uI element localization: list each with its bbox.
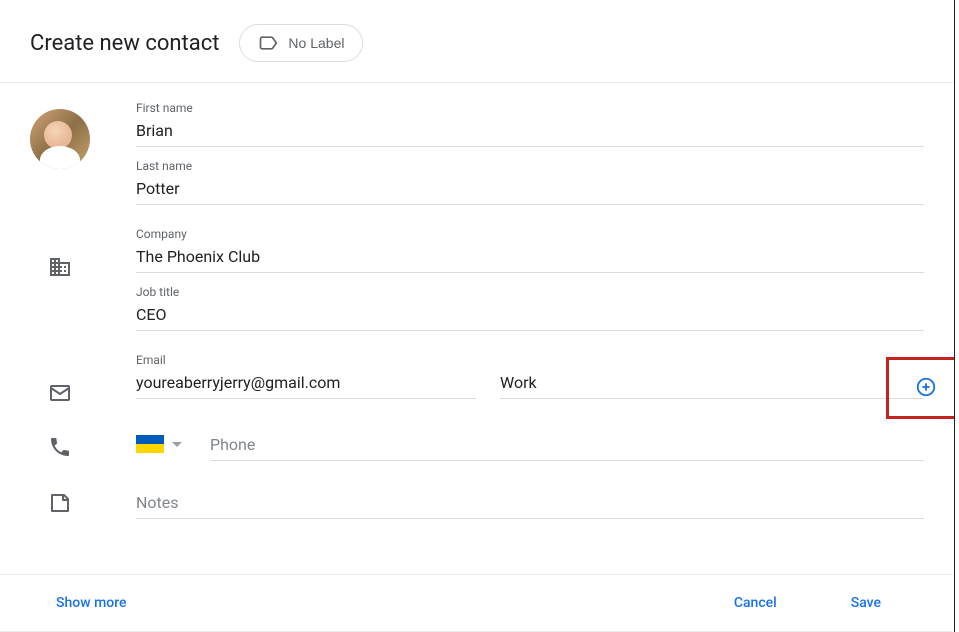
email-input[interactable]: [136, 369, 476, 399]
job-title-input[interactable]: [136, 301, 924, 331]
no-label-text: No Label: [288, 35, 344, 51]
email-label: Email: [136, 353, 476, 367]
no-label-button[interactable]: No Label: [239, 24, 363, 62]
dialog-title: Create new contact: [30, 31, 219, 56]
email-icon: [48, 381, 72, 405]
avatar[interactable]: [30, 109, 90, 169]
email-icon-column: [30, 353, 90, 405]
phone-icon: [48, 435, 72, 459]
save-button[interactable]: Save: [839, 595, 893, 611]
company-icon: [48, 255, 72, 279]
show-more-button[interactable]: Show more: [56, 595, 127, 611]
first-name-input[interactable]: [136, 117, 924, 147]
notes-icon-column: [30, 471, 90, 515]
last-name-input[interactable]: [136, 175, 924, 205]
dialog-footer: Show more Cancel Save: [0, 574, 953, 632]
email-type-input[interactable]: [500, 369, 924, 399]
job-title-label: Job title: [136, 285, 924, 299]
chevron-down-icon: [172, 442, 182, 447]
email-row: Email: [30, 353, 924, 405]
phone-icon-column: [30, 415, 90, 459]
company-row: Company Job title: [30, 227, 924, 343]
label-icon: [258, 33, 278, 53]
form-content: First name Last name Company: [0, 83, 954, 563]
add-email-button[interactable]: [914, 375, 938, 399]
cancel-button[interactable]: Cancel: [722, 595, 789, 611]
dialog-header: Create new contact No Label: [0, 0, 954, 83]
phone-row: [30, 415, 924, 461]
create-contact-dialog: Create new contact No Label First name: [0, 0, 955, 632]
phone-input[interactable]: [210, 433, 924, 461]
avatar-column: [30, 101, 90, 169]
name-row: First name Last name: [30, 101, 924, 217]
note-icon: [48, 491, 72, 515]
last-name-label: Last name: [136, 159, 924, 173]
ukraine-flag-icon: [136, 435, 164, 453]
company-label: Company: [136, 227, 924, 241]
notes-row: [30, 471, 924, 519]
company-input[interactable]: [136, 243, 924, 273]
notes-input[interactable]: [136, 489, 924, 519]
company-icon-column: [30, 227, 90, 279]
country-flag-select[interactable]: [136, 435, 190, 459]
first-name-label: First name: [136, 101, 924, 115]
